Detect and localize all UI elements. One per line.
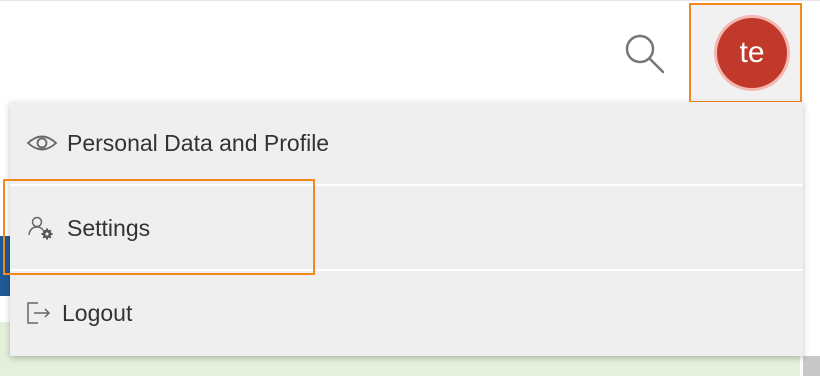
top-header-bar: te — [0, 0, 820, 103]
menu-item-label: Settings — [67, 214, 151, 241]
avatar[interactable]: te — [717, 18, 787, 88]
scrollbar-track — [803, 356, 820, 376]
search-icon — [625, 34, 665, 74]
page-background — [0, 102, 10, 236]
menu-item-logout[interactable]: Logout — [10, 272, 803, 354]
eye-icon — [24, 133, 60, 153]
menu-item-label: Logout — [62, 299, 133, 326]
menu-divider — [10, 184, 803, 186]
user-menu-toggle[interactable]: te — [689, 3, 802, 103]
page-background-right — [803, 102, 820, 376]
user-settings-icon — [24, 215, 60, 241]
logout-icon — [24, 299, 54, 327]
menu-divider — [10, 269, 803, 271]
search-button[interactable] — [622, 31, 668, 77]
menu-item-settings[interactable]: Settings — [10, 187, 803, 269]
menu-item-label: Personal Data and Profile — [67, 129, 330, 156]
menu-item-personal-data[interactable]: Personal Data and Profile — [10, 102, 803, 184]
user-dropdown-menu: Personal Data and Profile Settings Logou… — [10, 102, 803, 356]
